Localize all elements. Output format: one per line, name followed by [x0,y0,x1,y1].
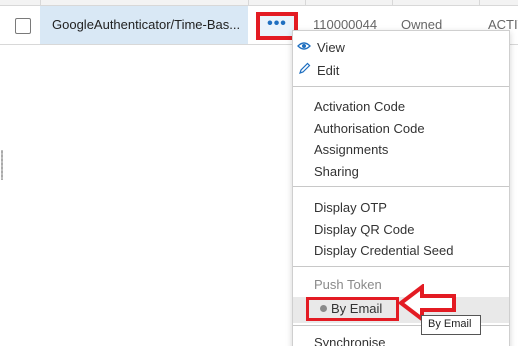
menu-item-view[interactable]: View [317,40,345,55]
menu-divider [293,266,509,267]
menu-item-sharing[interactable]: Sharing [314,164,359,179]
eye-icon [297,42,311,50]
pane-resize-grip[interactable] [1,150,3,180]
menu-item-authorisation-code[interactable]: Authorisation Code [314,121,425,136]
menu-item-edit[interactable]: Edit [317,63,339,78]
menu-item-display-otp[interactable]: Display OTP [314,200,387,215]
menu-divider [293,186,509,187]
credential-name-cell[interactable]: GoogleAuthenticator/Time-Bas... [52,17,240,32]
tooltip: By Email [421,315,481,335]
menu-item-display-credential-seed[interactable]: Display Credential Seed [314,243,453,258]
row-checkbox[interactable] [15,18,31,34]
pencil-icon [299,62,311,74]
more-actions-icon: ••• [267,14,287,32]
menu-divider [293,86,509,87]
menu-item-assignments[interactable]: Assignments [314,142,388,157]
annotation-highlight-box [306,297,399,321]
menu-item-activation-code[interactable]: Activation Code [314,99,405,114]
menu-group-push-token: Push Token [314,277,382,292]
menu-item-display-qr-code[interactable]: Display QR Code [314,222,414,237]
menu-item-synchronise[interactable]: Synchronise [314,335,386,346]
